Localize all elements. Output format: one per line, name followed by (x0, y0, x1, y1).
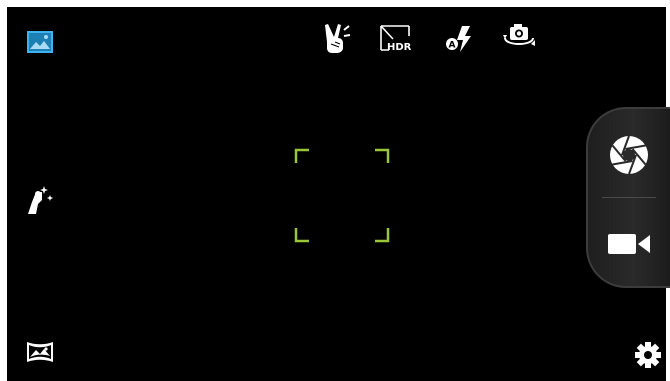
gallery-icon[interactable] (27, 31, 53, 53)
switch-camera-icon[interactable] (502, 22, 536, 52)
gesture-shot-icon[interactable] (319, 22, 351, 54)
shutter-icon[interactable] (608, 134, 650, 176)
capture-panel-divider (602, 197, 656, 198)
beauty-mode-icon[interactable] (24, 182, 56, 216)
camera-screen: HDR A (0, 0, 670, 381)
capture-panel (586, 107, 670, 288)
flash-auto-icon[interactable]: A (444, 24, 474, 54)
panorama-icon[interactable] (26, 340, 54, 364)
flash-auto-badge: A (449, 41, 456, 51)
focus-frame (290, 143, 392, 245)
gear-icon[interactable] (634, 341, 662, 369)
video-camera-icon[interactable] (606, 230, 652, 258)
hdr-off-icon[interactable]: HDR (379, 24, 413, 52)
hdr-label: HDR (387, 42, 412, 52)
